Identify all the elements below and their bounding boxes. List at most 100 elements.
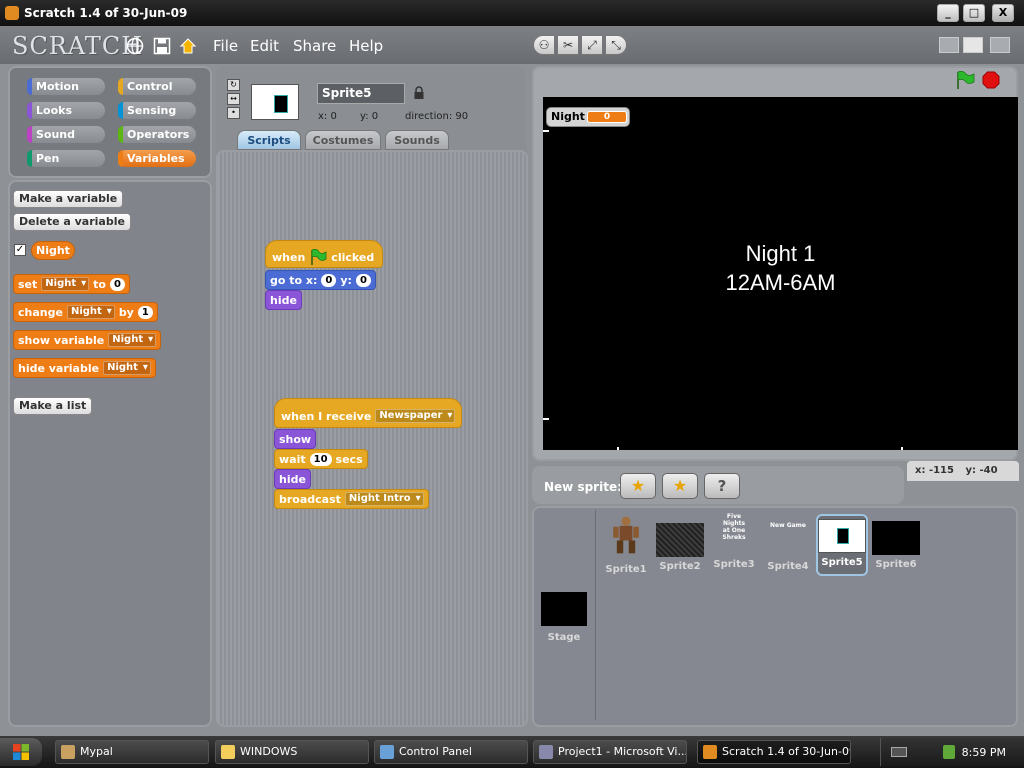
shrink-tool-button[interactable]: ⤡ <box>605 35 627 55</box>
sprite-x: x: 0 <box>318 111 337 122</box>
when-i-receive-hat-block[interactable]: when I receive Newspaper <box>274 398 463 428</box>
show-variable-block[interactable]: show variable Night <box>13 330 162 350</box>
surprise-sprite-button[interactable]: ? <box>704 473 740 499</box>
flip-left-right-icon[interactable]: ↔ <box>227 93 240 105</box>
window-title-bar[interactable]: Scratch 1.4 of 30-Jun-09 _ □ X <box>0 0 1024 26</box>
dont-rotate-icon[interactable]: • <box>227 107 240 119</box>
when-flag-clicked-hat-block[interactable]: when clicked <box>265 240 384 268</box>
category-control[interactable]: Control <box>118 78 196 95</box>
variable-dropdown[interactable]: Night <box>108 333 157 347</box>
hide-block[interactable]: hide <box>265 290 302 310</box>
variable-reporter-night[interactable]: Night <box>31 241 75 260</box>
taskbar-item-scratch[interactable]: Scratch 1.4 of 30-Jun-09 <box>697 740 851 764</box>
share-upload-icon[interactable] <box>179 37 197 55</box>
variable-visible-checkbox[interactable]: ✓ <box>14 244 26 256</box>
taskbar-item-control-panel[interactable]: Control Panel <box>374 740 528 764</box>
message-dropdown[interactable]: Night Intro <box>344 492 424 506</box>
x-input[interactable]: 0 <box>321 273 337 287</box>
block-text: secs <box>335 452 363 466</box>
tab-sounds[interactable]: Sounds <box>385 130 449 150</box>
menu-help[interactable]: Help <box>349 37 383 55</box>
sprite-item-sprite1[interactable]: Sprite1 <box>600 513 652 575</box>
keyboard-icon[interactable] <box>891 747 907 757</box>
message-dropdown[interactable]: Newspaper <box>375 409 456 423</box>
variable-dropdown[interactable]: Night <box>103 361 151 375</box>
tab-scripts[interactable]: Scripts <box>237 130 301 150</box>
category-looks[interactable]: Looks <box>27 102 105 119</box>
sprite-item-sprite2[interactable]: Sprite2 <box>654 513 706 572</box>
sprite-item-sprite6[interactable]: Sprite6 <box>870 513 922 570</box>
category-color-swatch <box>27 102 32 119</box>
go-to-xy-block[interactable]: go to x: 0 y: 0 <box>265 270 376 290</box>
make-variable-button[interactable]: Make a variable <box>13 190 124 208</box>
change-variable-block[interactable]: change Night by 1 <box>13 302 158 322</box>
delete-tool-button[interactable]: ✂ <box>557 35 579 55</box>
hide-variable-block[interactable]: hide variable Night <box>13 358 156 378</box>
stop-sign-icon[interactable] <box>982 71 1000 89</box>
category-sound[interactable]: Sound <box>27 126 105 143</box>
paint-new-sprite-button[interactable]: ★ <box>620 473 656 499</box>
choose-sprite-from-file-button[interactable]: ★ <box>662 473 698 499</box>
close-button[interactable]: X <box>992 4 1014 22</box>
grow-tool-button[interactable]: ⤢ <box>581 35 603 55</box>
show-block[interactable]: show <box>274 429 317 449</box>
category-pen[interactable]: Pen <box>27 150 105 167</box>
scratch-icon <box>703 745 717 759</box>
normal-stage-view-button[interactable] <box>963 37 983 53</box>
maximize-button[interactable]: □ <box>963 4 985 22</box>
clock[interactable]: 8:59 PM <box>962 746 1006 759</box>
stage-title-line2: 12AM-6AM <box>725 270 836 295</box>
sprite-name-field[interactable]: Sprite5 <box>317 83 405 104</box>
menu-file[interactable]: File <box>213 37 238 55</box>
broadcast-block[interactable]: broadcast Night Intro <box>274 489 429 509</box>
category-variables[interactable]: Variables <box>118 150 196 167</box>
start-button[interactable] <box>0 738 42 766</box>
variable-monitor-night[interactable]: Night 0 <box>546 107 630 127</box>
sprite-name: Sprite5 <box>821 557 863 568</box>
variable-dropdown[interactable]: Night <box>66 305 115 319</box>
duplicate-tool-button[interactable]: ⚇ <box>533 35 555 55</box>
taskbar-item-project1[interactable]: Project1 - Microsoft Vi... <box>533 740 687 764</box>
make-list-button[interactable]: Make a list <box>13 397 93 415</box>
tab-costumes[interactable]: Costumes <box>305 130 381 150</box>
presentation-mode-button[interactable] <box>990 37 1010 53</box>
menu-share[interactable]: Share <box>293 37 336 55</box>
stage-canvas[interactable]: Night 0 Night 1 12AM-6AM <box>543 97 1018 450</box>
save-icon[interactable] <box>153 37 171 55</box>
monitor-label: Night <box>551 110 585 123</box>
taskbar-item-mypal[interactable]: Mypal <box>55 740 209 764</box>
minimize-button[interactable]: _ <box>937 4 959 22</box>
variable-dropdown[interactable]: Night <box>41 277 90 291</box>
block-text: hide <box>279 472 306 486</box>
sprite-item-sprite5-selected[interactable]: Sprite5 <box>816 514 868 576</box>
y-input[interactable]: 0 <box>355 273 371 287</box>
sprite-item-sprite4[interactable]: New Game Sprite4 <box>762 513 814 572</box>
green-flag-icon[interactable] <box>955 71 975 89</box>
stage-label: Stage <box>547 632 581 643</box>
network-icon[interactable] <box>943 745 955 759</box>
wait-secs-block[interactable]: wait 10 secs <box>274 449 368 469</box>
lock-icon[interactable] <box>413 86 425 100</box>
hide-block[interactable]: hide <box>274 469 311 489</box>
category-motion[interactable]: Motion <box>27 78 105 95</box>
seconds-input[interactable]: 10 <box>309 452 332 466</box>
menu-edit[interactable]: Edit <box>250 37 279 55</box>
sprite-name: Sprite2 <box>659 561 701 572</box>
taskbar-item-windows-folder[interactable]: WINDOWS <box>215 740 369 764</box>
value-input[interactable]: 0 <box>109 277 125 291</box>
value-input[interactable]: 1 <box>137 305 153 319</box>
small-stage-view-button[interactable] <box>939 37 959 53</box>
sprite-thumbnail <box>251 84 299 120</box>
sprite-item-sprite3[interactable]: Five Nights at One Shreks Sprite3 <box>708 513 760 570</box>
delete-variable-button[interactable]: Delete a variable <box>13 213 131 231</box>
category-label: Motion <box>36 80 79 93</box>
category-operators[interactable]: Operators <box>118 126 196 143</box>
stage-divider <box>595 510 596 720</box>
category-sensing[interactable]: Sensing <box>118 102 196 119</box>
set-variable-block[interactable]: set Night to 0 <box>13 274 130 294</box>
rotate-all-around-icon[interactable]: ↻ <box>227 79 240 91</box>
globe-icon[interactable] <box>126 37 144 55</box>
stage-thumbnail-item[interactable]: Stage <box>540 592 588 643</box>
scripts-area[interactable] <box>216 150 528 727</box>
block-text: go to x: <box>270 273 318 287</box>
